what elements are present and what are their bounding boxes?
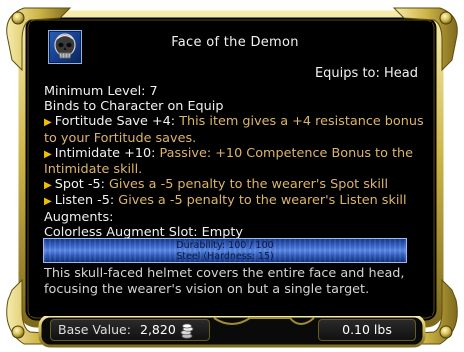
bullet-icon: ▶ <box>44 117 52 129</box>
bullet-icon: ▶ <box>44 148 52 160</box>
bullet-icon: ▶ <box>44 180 52 192</box>
effect-spot: ▶ Spot -5: Gives a -5 penalty to the wear… <box>44 177 424 193</box>
minimum-level: Minimum Level: 7 <box>44 84 158 99</box>
effect-listen: ▶ Listen -5: Gives a -5 penalty to the we… <box>44 193 424 209</box>
base-value: 2,820 <box>140 322 176 337</box>
effect-name: Listen -5: <box>54 193 115 209</box>
durability-text: Durability: 100 / 100 <box>176 240 274 251</box>
item-name: Face of the Demon <box>171 35 299 50</box>
material-text: Steel (Hardness: 15) <box>176 251 274 262</box>
effect-description: Gives a -5 penalty to the wearer's Spot … <box>109 177 389 193</box>
effect-description: Gives a -5 penalty to the wearer's Liste… <box>118 193 407 209</box>
bullet-icon: ▶ <box>44 196 52 208</box>
bind-status: Binds to Character on Equip <box>44 99 224 115</box>
weight-box: 0.10 lbs <box>318 319 416 341</box>
skull-helmet-icon <box>48 30 82 64</box>
item-properties: Minimum Level: 7 Binds to Character on E… <box>44 84 424 240</box>
augments-header: Augments: <box>44 209 114 225</box>
base-value-label: Base Value: <box>58 322 131 337</box>
effect-fortitude: ▶ Fortitude Save +4: This item gives a +4… <box>44 114 424 145</box>
effect-name: Intimidate +10: <box>54 145 156 161</box>
item-description: This skull-faced helmet covers the entir… <box>44 266 405 297</box>
base-value-box: Base Value: 2,820 <box>50 319 210 341</box>
durability-bar: Durability: 100 / 100 Steel (Hardness: 1… <box>43 238 407 263</box>
effect-intimidate: ▶ Intimidate +10: Passive: +10 Competence… <box>44 146 424 177</box>
effect-name: Fortitude Save +4: <box>54 114 176 130</box>
equip-slot: Equips to: Head <box>314 66 418 81</box>
coin-stack-icon <box>180 323 194 339</box>
effect-name: Spot -5: <box>54 177 105 193</box>
item-weight: 0.10 lbs <box>342 322 392 337</box>
item-tooltip: Face of the Demon Equips to: Head Minimu… <box>0 0 464 352</box>
